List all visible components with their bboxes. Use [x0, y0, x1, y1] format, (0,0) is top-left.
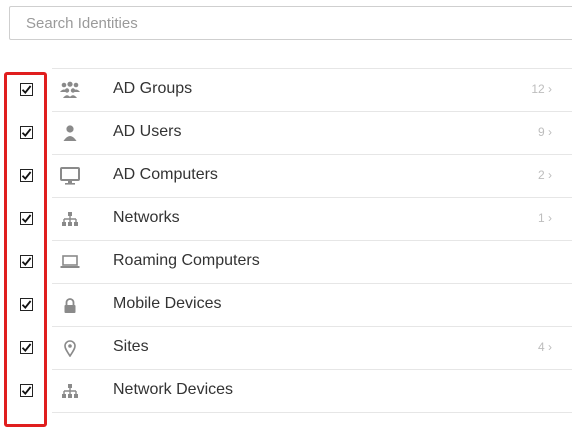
monitor-icon: [58, 164, 82, 188]
list-item-network-devices[interactable]: Network Devices: [0, 369, 572, 412]
item-label: Sites: [113, 338, 149, 355]
divider: [52, 197, 572, 198]
divider: [52, 326, 572, 327]
divider: [52, 68, 572, 69]
divider: [52, 154, 572, 155]
item-label: AD Users: [113, 123, 182, 140]
checkmark-icon: [21, 171, 32, 180]
checkmark-icon: [21, 214, 32, 223]
list-item-ad-groups[interactable]: AD Groups 12 ›: [0, 68, 572, 111]
checkmark-icon: [21, 128, 32, 137]
checkbox[interactable]: [20, 212, 33, 225]
checkbox[interactable]: [20, 83, 33, 96]
item-label: Networks: [113, 209, 180, 226]
checkmark-icon: [21, 85, 32, 94]
list-item-sites[interactable]: Sites 4 ›: [0, 326, 572, 369]
network-device-icon: [58, 379, 82, 403]
map-pin-icon: [58, 336, 82, 360]
checkmark-icon: [21, 386, 32, 395]
list-item-roaming-computers[interactable]: Roaming Computers: [0, 240, 572, 283]
checkmark-icon: [21, 343, 32, 352]
item-label: AD Computers: [113, 166, 218, 183]
checkmark-icon: [21, 300, 32, 309]
divider: [52, 240, 572, 241]
divider: [52, 283, 572, 284]
item-count[interactable]: 1 ›: [538, 211, 552, 225]
lock-icon: [58, 293, 82, 317]
item-count[interactable]: 9 ›: [538, 125, 552, 139]
laptop-icon: [58, 250, 82, 274]
list-bottom: [0, 412, 572, 413]
item-label: AD Groups: [113, 80, 193, 97]
users-group-icon: [58, 78, 82, 102]
checkbox[interactable]: [20, 341, 33, 354]
list-item-ad-computers[interactable]: AD Computers 2 ›: [0, 154, 572, 197]
item-label: Network Devices: [113, 381, 234, 398]
divider: [52, 369, 572, 370]
list-item-ad-users[interactable]: AD Users 9 ›: [0, 111, 572, 154]
item-label: Roaming Computers: [113, 252, 260, 269]
checkbox[interactable]: [20, 384, 33, 397]
checkbox[interactable]: [20, 298, 33, 311]
checkbox[interactable]: [20, 169, 33, 182]
checkbox[interactable]: [20, 126, 33, 139]
item-count[interactable]: 4 ›: [538, 340, 552, 354]
list-item-mobile-devices[interactable]: Mobile Devices: [0, 283, 572, 326]
item-label: Mobile Devices: [113, 295, 222, 312]
checkbox[interactable]: [20, 255, 33, 268]
divider: [52, 412, 572, 413]
divider: [52, 111, 572, 112]
item-count[interactable]: 2 ›: [538, 168, 552, 182]
network-icon: [58, 207, 82, 231]
checkmark-icon: [21, 257, 32, 266]
user-icon: [58, 121, 82, 145]
item-count[interactable]: 12 ›: [531, 82, 552, 96]
list-item-networks[interactable]: Networks 1 ›: [0, 197, 572, 240]
search-input[interactable]: [9, 6, 572, 40]
